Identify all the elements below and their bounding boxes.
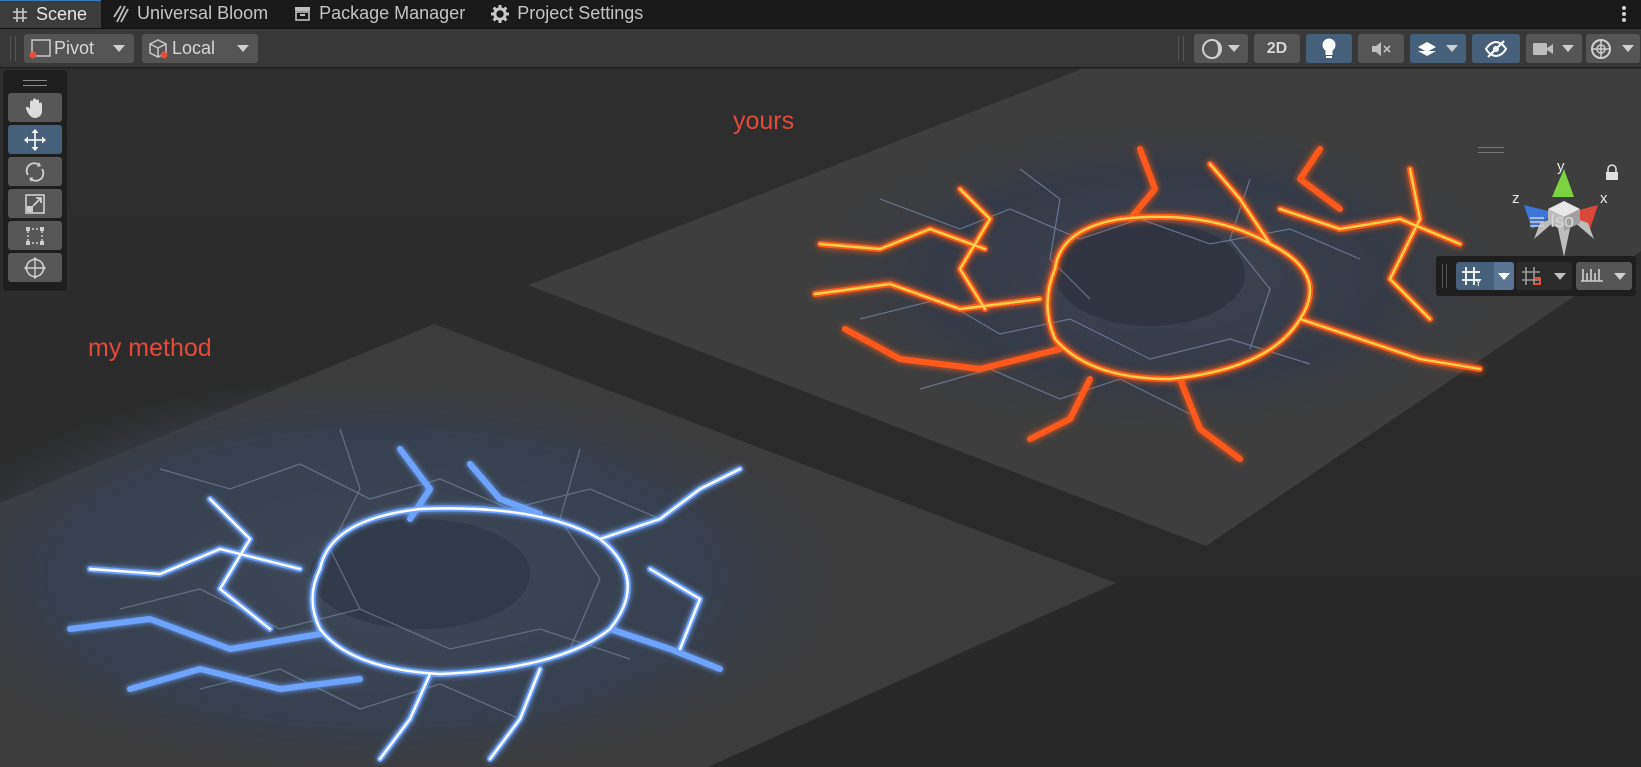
window-tab-bar: Scene Universal Bloom Package Manager Pr… bbox=[0, 0, 1641, 29]
audio-toggle-button[interactable] bbox=[1358, 34, 1404, 63]
lightning-crack-decal bbox=[0, 374, 850, 767]
rotate-icon bbox=[25, 161, 45, 182]
scale-icon bbox=[25, 193, 45, 214]
axis-x-label: x bbox=[1600, 190, 1608, 207]
gizmos-dropdown[interactable] bbox=[1586, 34, 1640, 63]
hidden-eye-icon bbox=[1484, 39, 1508, 58]
chevron-down-icon bbox=[1622, 45, 1634, 52]
scale-tool-button[interactable] bbox=[8, 189, 62, 218]
toolbar-grip[interactable] bbox=[1178, 36, 1184, 61]
label-my-method: my method bbox=[88, 334, 212, 362]
space-label: Local bbox=[172, 38, 216, 58]
tab-label: Scene bbox=[36, 4, 88, 24]
tools-overlay bbox=[3, 70, 67, 291]
chevron-down-icon bbox=[1228, 45, 1240, 52]
overlay-grip[interactable] bbox=[8, 73, 62, 93]
chevron-down-icon bbox=[1446, 45, 1458, 52]
snap-magnet-icon bbox=[1522, 267, 1541, 285]
grid-snapping-dropdown[interactable] bbox=[1516, 262, 1572, 290]
pivot-label: Pivot bbox=[54, 38, 95, 58]
effects-dropdown[interactable] bbox=[1410, 34, 1466, 63]
overlay-grip[interactable] bbox=[1478, 147, 1504, 153]
more-options-icon[interactable] bbox=[1621, 4, 1627, 24]
svg-text:Y: Y bbox=[1475, 278, 1482, 287]
axis-y-label: y bbox=[1557, 158, 1565, 175]
shader-graph-icon bbox=[113, 5, 129, 22]
toggle-2d-label: 2D bbox=[1266, 39, 1288, 57]
transform-tool-button[interactable] bbox=[8, 253, 62, 282]
scene-viewport[interactable]: yours my method y x z Iso Y bbox=[0, 69, 1641, 767]
projection-toggle[interactable]: Iso bbox=[1530, 211, 1574, 232]
layers-effects-icon bbox=[1418, 42, 1436, 56]
mute-icon bbox=[1372, 41, 1391, 56]
shaded-sphere-icon bbox=[1202, 39, 1222, 59]
tab-universal-bloom[interactable]: Universal Bloom bbox=[101, 0, 282, 28]
chevron-down-icon bbox=[113, 45, 125, 52]
package-icon bbox=[295, 7, 311, 21]
tab-package-manager[interactable]: Package Manager bbox=[282, 0, 479, 28]
camera-dropdown[interactable] bbox=[1526, 34, 1582, 63]
light-bulb-icon bbox=[1322, 38, 1336, 58]
rotate-tool-button[interactable] bbox=[8, 157, 62, 186]
projection-label: Iso bbox=[1550, 211, 1575, 231]
tab-project-settings[interactable]: Project Settings bbox=[479, 0, 657, 28]
transform-icon bbox=[24, 256, 46, 279]
tab-label: Project Settings bbox=[517, 3, 644, 23]
pivot-dropdown[interactable]: Pivot bbox=[24, 34, 134, 63]
visibility-toggle-button[interactable] bbox=[1472, 34, 1520, 63]
ruler-increment-icon bbox=[1581, 269, 1603, 282]
chevron-down-icon bbox=[1562, 45, 1574, 52]
grid-icon bbox=[13, 7, 27, 22]
axis-z-label: z bbox=[1512, 190, 1520, 207]
tab-label: Package Manager bbox=[319, 3, 466, 23]
toggle-2d-button[interactable]: 2D bbox=[1254, 34, 1300, 63]
local-space-icon bbox=[149, 38, 168, 58]
unity-editor: Scene Universal Bloom Package Manager Pr… bbox=[0, 0, 1641, 767]
scene-toolbar: Pivot Local 2D bbox=[0, 29, 1641, 68]
chevron-down-icon bbox=[237, 45, 249, 52]
toolbar-grip[interactable] bbox=[10, 36, 16, 61]
chevron-down-icon bbox=[1614, 273, 1626, 280]
lock-icon[interactable] bbox=[1607, 164, 1617, 173]
tab-scene[interactable]: Scene bbox=[0, 0, 102, 28]
move-arrows-icon bbox=[24, 128, 46, 151]
label-yours: yours bbox=[733, 107, 795, 135]
tab-label: Universal Bloom bbox=[137, 3, 269, 23]
camera-icon bbox=[1533, 43, 1553, 55]
pivot-icon bbox=[29, 38, 51, 58]
rect-tool-button[interactable] bbox=[8, 221, 62, 250]
hand-icon bbox=[25, 98, 42, 118]
increment-snapping-dropdown[interactable] bbox=[1576, 262, 1632, 290]
snapping-overlay: Y bbox=[1436, 256, 1636, 296]
chevron-down-icon bbox=[1554, 273, 1566, 280]
lighting-toggle-button[interactable] bbox=[1306, 34, 1352, 63]
overlay-grip[interactable] bbox=[1442, 264, 1447, 288]
gear-icon bbox=[491, 4, 510, 23]
chevron-down-icon bbox=[1498, 273, 1510, 280]
scene-render bbox=[0, 69, 1641, 767]
draw-mode-dropdown[interactable] bbox=[1194, 34, 1248, 63]
rect-transform-icon bbox=[26, 226, 44, 245]
grid-snap-icon: Y bbox=[1462, 267, 1482, 287]
grid-visibility-dropdown[interactable]: Y bbox=[1456, 262, 1514, 290]
space-dropdown[interactable]: Local bbox=[142, 34, 258, 63]
hand-tool-button[interactable] bbox=[8, 93, 62, 122]
move-tool-button[interactable] bbox=[8, 125, 62, 154]
menu-lines-icon bbox=[1530, 216, 1544, 227]
gizmo-sphere-icon bbox=[1591, 39, 1611, 59]
